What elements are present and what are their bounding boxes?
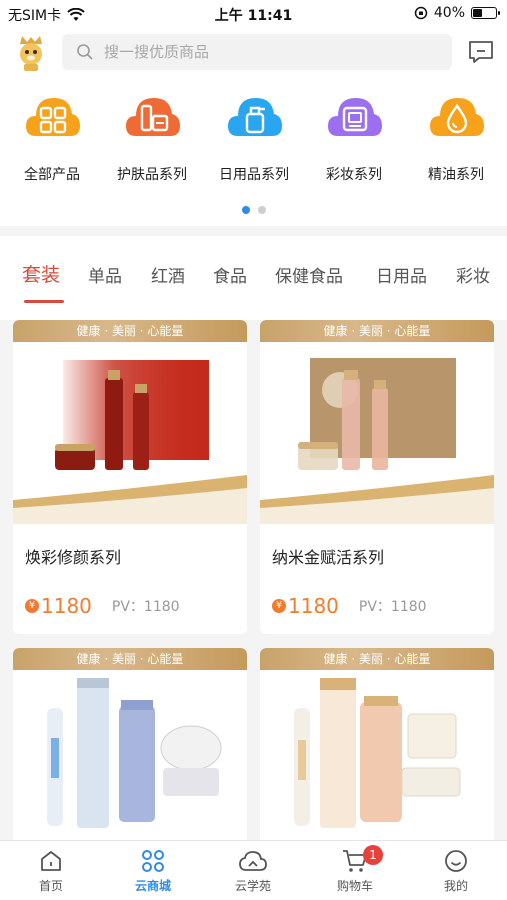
mascot-logo-icon[interactable] xyxy=(12,34,50,72)
battery-percent: 40% xyxy=(433,5,465,21)
tab-health-food[interactable]: 保健食品 xyxy=(275,262,343,287)
product-pv: PV：1180 xyxy=(111,599,180,615)
drop-icon xyxy=(430,98,484,136)
status-bar: 无SIM卡 上午 11:41 40% xyxy=(0,0,507,28)
skincare-icon xyxy=(126,98,180,136)
price-row: ¥ 1180 PV：1180 xyxy=(272,594,427,618)
nav-academy[interactable]: 云学苑 xyxy=(213,849,293,894)
nav-mall[interactable]: 云商城 xyxy=(113,849,193,894)
nav-profile[interactable]: 我的 xyxy=(416,849,496,894)
search-icon xyxy=(77,44,93,60)
product-card[interactable]: 健康 · 美丽 · 心能量 xyxy=(260,648,494,840)
bottle-icon xyxy=(228,98,282,136)
home-icon xyxy=(41,851,61,871)
category-skincare[interactable]: 护肤品系列 xyxy=(102,92,202,184)
product-pv: PV：1180 xyxy=(358,599,427,615)
yen-icon: ¥ xyxy=(272,599,286,613)
product-card[interactable]: 健康 · 美丽 · 心能量 纳米金赋活系列 ¥ 1180 PV：1180 xyxy=(260,320,494,634)
category-label: 护肤品系列 xyxy=(117,167,187,183)
active-tab-indicator xyxy=(24,300,64,303)
nav-home[interactable]: 首页 xyxy=(11,849,91,894)
search-bar[interactable] xyxy=(62,34,452,70)
product-price: 1180 xyxy=(41,594,92,618)
search-input[interactable] xyxy=(104,43,424,61)
cart-badge: 1 xyxy=(363,845,383,865)
product-name: 纳米金赋活系列 xyxy=(272,548,385,567)
price-row: ¥ 1180 PV：1180 xyxy=(25,594,180,618)
category-essential-oil[interactable]: 精油系列 xyxy=(406,92,506,184)
product-card[interactable]: 健康 · 美丽 · 心能量 xyxy=(13,648,247,840)
tab-single[interactable]: 单品 xyxy=(88,262,122,287)
category-label: 彩妆系列 xyxy=(326,167,382,183)
product-image: 健康 · 美丽 · 心能量 xyxy=(13,648,247,840)
nav-label: 云学苑 xyxy=(234,879,271,893)
carousel-dot[interactable] xyxy=(257,206,266,214)
nav-cart[interactable]: 购物车 1 xyxy=(315,845,395,894)
category-label: 全部产品 xyxy=(24,167,80,183)
carousel-dot-active[interactable] xyxy=(241,206,250,214)
product-image: 健康 · 美丽 · 心能量 xyxy=(260,320,494,524)
nav-label: 首页 xyxy=(38,879,63,893)
nav-label: 购物车 xyxy=(336,879,373,893)
header xyxy=(0,28,507,78)
nav-label: 云商城 xyxy=(134,879,171,893)
tab-wine[interactable]: 红酒 xyxy=(151,262,185,287)
product-image: 健康 · 美丽 · 心能量 xyxy=(13,320,247,524)
product-grid: 健康 · 美丽 · 心能量 焕彩修颜系列 ¥ 1180 PV：1180 健康 ·… xyxy=(0,320,507,840)
category-makeup[interactable]: 彩妆系列 xyxy=(304,92,404,184)
product-name: 焕彩修颜系列 xyxy=(25,548,122,567)
category-label: 日用品系列 xyxy=(219,167,289,183)
battery-icon xyxy=(471,7,500,19)
grid-icon xyxy=(26,98,80,136)
profile-icon xyxy=(445,850,467,872)
tab-food[interactable]: 食品 xyxy=(213,262,247,287)
orientation-lock-icon xyxy=(414,6,428,20)
nav-label: 我的 xyxy=(443,879,468,893)
product-card[interactable]: 健康 · 美丽 · 心能量 焕彩修颜系列 ¥ 1180 PV：1180 xyxy=(13,320,247,634)
category-daily-goods[interactable]: 日用品系列 xyxy=(204,92,304,184)
bottom-nav: 首页 云商城 云学苑 购物车 1 我的 xyxy=(0,840,507,900)
product-tabs: 套装 单品 红酒 食品 保健食品 日用品 彩妆 xyxy=(0,236,507,320)
yen-icon: ¥ xyxy=(25,599,39,613)
makeup-box-icon xyxy=(328,98,382,136)
product-price: 1180 xyxy=(288,594,339,618)
category-carousel: 全部产品 护肤品系列 日用品系列 彩妆系列 精油系列 xyxy=(0,78,507,226)
message-icon[interactable] xyxy=(467,39,495,65)
category-all-products[interactable]: 全部产品 xyxy=(2,92,102,184)
carousel-indicator xyxy=(0,206,507,214)
tab-daily-goods[interactable]: 日用品 xyxy=(376,262,427,287)
product-image: 健康 · 美丽 · 心能量 xyxy=(260,648,494,840)
category-label: 精油系列 xyxy=(428,167,484,183)
tab-makeup[interactable]: 彩妆 xyxy=(456,262,490,287)
tab-sets[interactable]: 套装 xyxy=(22,260,60,287)
cloud-icon xyxy=(239,851,267,871)
mall-icon xyxy=(142,850,164,872)
